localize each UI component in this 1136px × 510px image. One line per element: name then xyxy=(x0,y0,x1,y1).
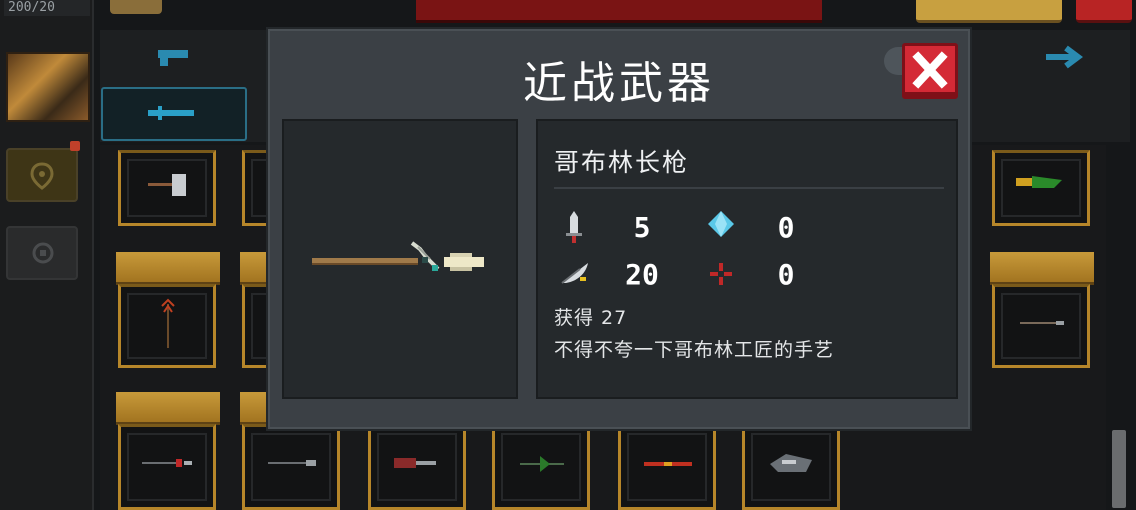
weapon-info-panel: 哥布林长枪 5 0 20 0 获得 27 不得不夸一下哥布林工匠的手艺 xyxy=(536,119,958,399)
refresh-button[interactable] xyxy=(6,226,78,280)
sword-icon xyxy=(566,211,582,243)
shelf xyxy=(240,252,268,285)
shelf xyxy=(240,392,268,425)
gun-blade-item-icon xyxy=(394,458,436,468)
grid-scrollbar[interactable] xyxy=(1112,430,1126,508)
pistol-tab-icon[interactable] xyxy=(156,44,192,68)
map-pin-icon xyxy=(30,162,54,190)
top-red-button[interactable] xyxy=(1076,0,1132,23)
crosshair-icon xyxy=(710,263,732,285)
spear-item-icon xyxy=(1020,321,1064,325)
shelf xyxy=(116,392,220,425)
dark-blade-item-icon xyxy=(770,454,812,472)
arrow-tab-icon[interactable] xyxy=(1044,44,1086,70)
accuracy-value: 0 xyxy=(777,258,795,291)
critical-value: 20 xyxy=(625,258,659,291)
weapon-detail-modal: 近战武器 哥布林长枪 5 0 20 0 获得 27 不得不夸一下哥布林工匠的手艺 xyxy=(266,27,972,431)
energy-value: 0 xyxy=(777,211,795,244)
modal-title: 近战武器 xyxy=(523,58,715,109)
shelf xyxy=(116,252,220,285)
portrait-thumbnail[interactable] xyxy=(6,52,90,122)
refresh-icon xyxy=(32,242,54,264)
top-left-tab[interactable] xyxy=(110,0,162,14)
divider xyxy=(554,187,944,189)
top-counter: 200/20 xyxy=(4,0,90,16)
feather-icon xyxy=(561,263,588,284)
goblin-spear-weapon-icon xyxy=(312,241,484,271)
diamond-icon xyxy=(708,211,734,237)
notification-dot xyxy=(70,141,80,151)
axe-item-icon xyxy=(148,174,186,196)
weapon-description: 不得不夸一下哥布林工匠的手艺 xyxy=(554,339,835,361)
red-staff-item-icon xyxy=(644,462,692,466)
top-red-banner xyxy=(416,0,822,23)
trident-item-icon xyxy=(142,459,192,467)
close-button[interactable] xyxy=(902,43,958,99)
damage-value: 5 xyxy=(633,211,651,244)
top-gold-button[interactable] xyxy=(916,0,1062,23)
weapon-preview-panel xyxy=(282,119,518,399)
acquired-count: 获得 27 xyxy=(554,307,628,329)
blade-tab-icon xyxy=(148,106,194,120)
green-blade-item-icon xyxy=(1016,176,1062,188)
weapon-name: 哥布林长枪 xyxy=(554,148,690,177)
lance-item-icon xyxy=(268,460,316,466)
shelf xyxy=(990,252,1094,285)
map-pin-button[interactable] xyxy=(6,148,78,202)
green-spear-item-icon xyxy=(520,456,564,472)
close-x-icon xyxy=(912,51,948,89)
left-sidebar: 200/20 xyxy=(0,0,94,510)
staff-item-icon xyxy=(161,298,175,348)
